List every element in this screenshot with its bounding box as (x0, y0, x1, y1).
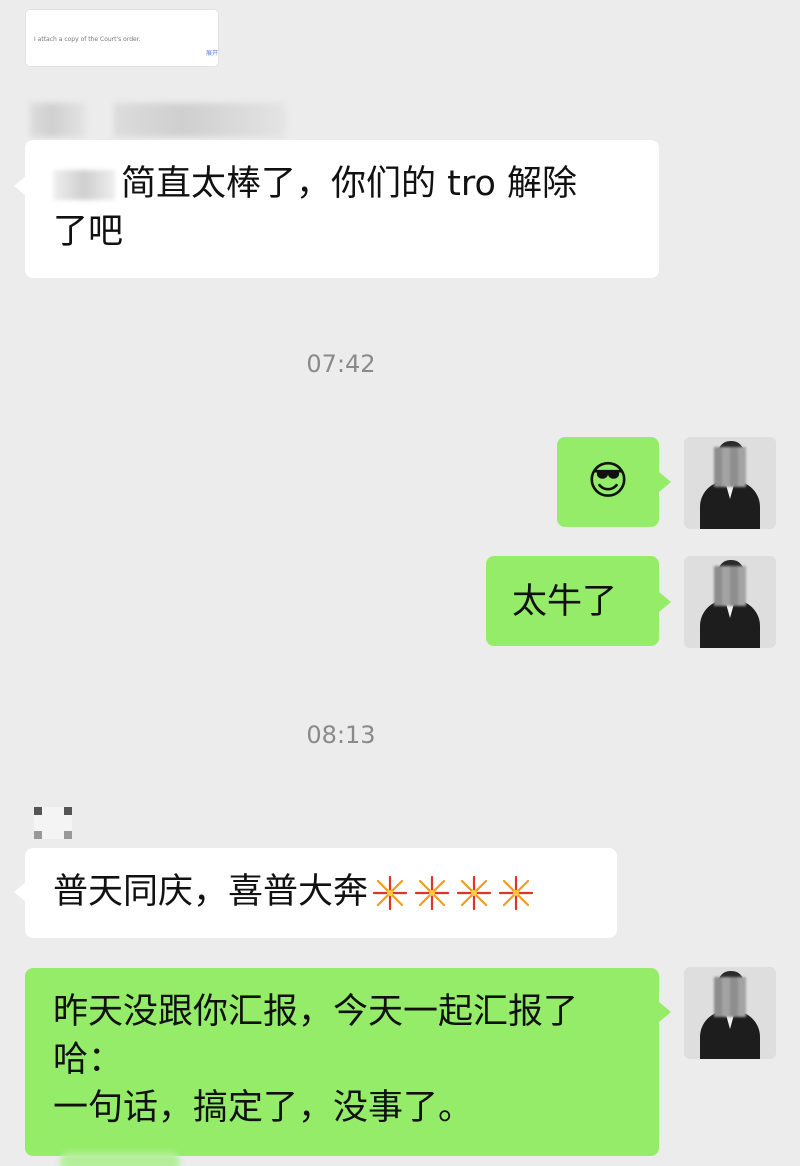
bubble-tail (659, 1002, 671, 1022)
message-text: 一句话，搞定了，没事了。 (53, 1088, 474, 1128)
avatar-pixelated-face (714, 447, 746, 487)
chat-window: I attach a copy of the Court's order. 展开… (0, 0, 800, 1166)
bubble-tail (659, 472, 671, 492)
bubble-tail (659, 592, 671, 612)
message-text: 简直太棒了，你们的 tro 解除 (121, 164, 578, 204)
fireworks-icon (498, 875, 534, 911)
message-text: 哈： (53, 1040, 124, 1080)
avatar-pixelated-face (714, 566, 746, 606)
user-avatar[interactable] (684, 556, 776, 648)
partial-next-bubble (60, 1152, 180, 1166)
fireworks-icon (414, 875, 450, 911)
message-bubble-incoming[interactable]: 普天同庆，喜普大奔 (25, 848, 617, 938)
user-avatar[interactable] (684, 437, 776, 529)
avatar-pixelated-face (714, 977, 746, 1017)
blurred-sender-name (30, 103, 86, 137)
message-bubble-outgoing[interactable]: 太牛了 (486, 556, 659, 646)
message-text: 普天同庆，喜普大奔 (53, 872, 369, 912)
card-badge[interactable]: 展开 (206, 48, 218, 57)
fireworks-icon (372, 875, 408, 911)
fireworks-icon (456, 875, 492, 911)
sunglasses-emoji-icon: 😎 (587, 458, 629, 504)
timestamp: 07:42 (306, 350, 376, 378)
message-text: 太牛了 (512, 582, 618, 622)
message-bubble-outgoing[interactable]: 昨天没跟你汇报，今天一起汇报了 哈： 一句话，搞定了，没事了。 (25, 968, 659, 1156)
message-bubble-incoming[interactable]: 简直太棒了，你们的 tro 解除 了吧 (25, 140, 659, 278)
forwarded-document-card[interactable]: I attach a copy of the Court's order. 展开 (26, 10, 218, 66)
message-bubble-outgoing[interactable]: 😎 (557, 437, 659, 527)
redacted-name (53, 170, 115, 200)
timestamp: 08:13 (306, 721, 376, 749)
user-avatar[interactable] (684, 967, 776, 1059)
message-text: 昨天没跟你汇报，今天一起汇报了 (53, 992, 579, 1032)
blurred-sender-name (114, 103, 286, 137)
message-text: 了吧 (53, 212, 124, 252)
card-preview-text: I attach a copy of the Court's order. (34, 36, 141, 43)
blurred-sender-avatar (34, 807, 72, 839)
